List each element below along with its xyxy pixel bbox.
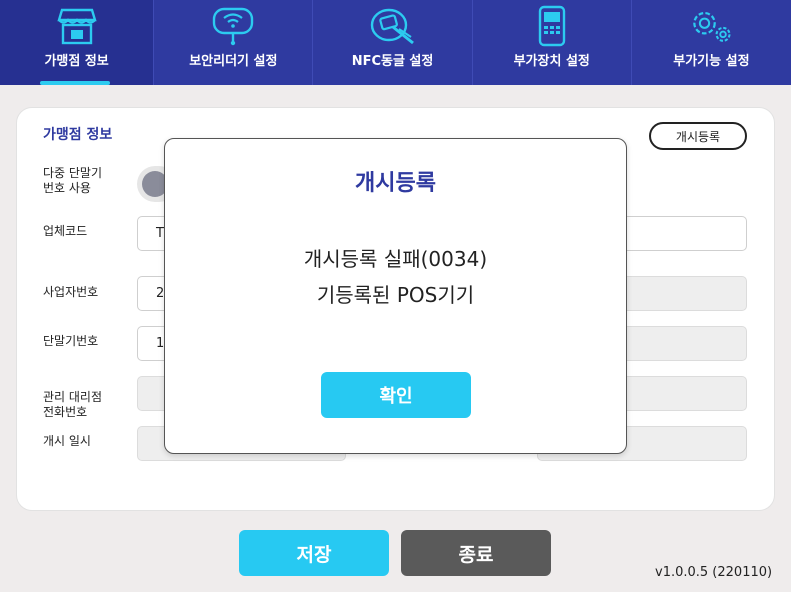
business-number-label: 사업자번호 — [43, 285, 99, 299]
tab-peripheral[interactable]: 부가장치 설정 — [473, 0, 632, 85]
top-navigation: 가맹점 정보 보안리더기 설정 NFC동글 설정 부가장치 설정 부가기능 설정 — [0, 0, 791, 85]
dialog-ok-button[interactable]: 확인 — [321, 372, 471, 418]
open-datetime-label: 개시 일시 — [43, 434, 91, 448]
active-tab-indicator — [40, 81, 110, 85]
multi-terminal-label: 다중 단말기 번호 사용 — [43, 166, 102, 196]
tab-merchant-info[interactable]: 가맹점 정보 — [0, 0, 155, 85]
nfc-card-icon — [368, 6, 418, 46]
dialog-message-line2: 기등록된 POS기기 — [316, 283, 475, 307]
tab-label: 보안리더기 설정 — [189, 54, 278, 69]
dialog-title: 개시등록 — [355, 171, 436, 196]
tab-security-reader[interactable]: 보안리더기 설정 — [154, 0, 314, 85]
dialog-message-line1: 개시등록 실패(0034) — [303, 247, 488, 271]
tab-nfc-dongle[interactable]: NFC동글 설정 — [313, 0, 473, 85]
tab-label: NFC동글 설정 — [351, 54, 434, 69]
tab-label: 가맹점 정보 — [44, 54, 109, 69]
terminal-number-label: 단말기번호 — [43, 334, 99, 348]
agency-phone-label: 관리 대리점 전화번호 — [43, 390, 102, 420]
tab-label: 부가장치 설정 — [513, 54, 590, 69]
close-button[interactable]: 종료 — [401, 530, 551, 576]
section-title: 가맹점 정보 — [43, 127, 113, 143]
save-button[interactable]: 저장 — [239, 530, 389, 576]
version-label: v1.0.0.5 (220110) — [655, 565, 773, 580]
tab-extra-functions[interactable]: 부가기능 설정 — [632, 0, 791, 85]
store-icon — [52, 6, 102, 46]
device-icon — [527, 5, 577, 47]
label-line: 전화번호 — [43, 405, 88, 419]
register-button[interactable]: 개시등록 — [649, 122, 747, 150]
tab-label: 부가기능 설정 — [673, 54, 750, 69]
wifi-reader-icon — [208, 6, 258, 46]
label-line: 관리 대리점 — [43, 390, 103, 404]
label-line: 다중 단말기 — [43, 166, 103, 180]
business-code-label: 업체코드 — [43, 224, 88, 238]
registration-dialog: 개시등록 개시등록 실패(0034) 기등록된 POS기기 확인 — [164, 138, 627, 454]
gears-icon — [686, 6, 736, 46]
label-line: 번호 사용 — [43, 181, 91, 195]
